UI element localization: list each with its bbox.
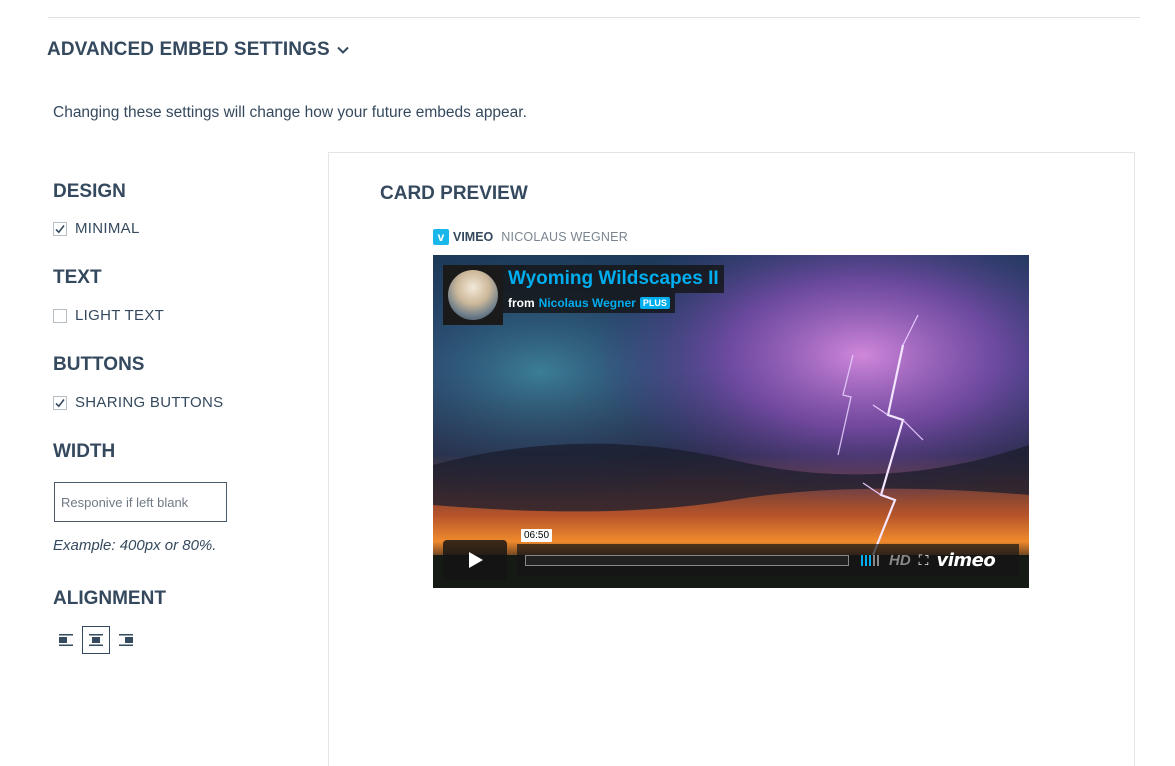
sharing-buttons-checkbox-row[interactable]: SHARING BUTTONS — [53, 394, 223, 411]
align-left-button[interactable] — [52, 626, 80, 654]
light-text-checkbox[interactable] — [53, 308, 67, 323]
hd-toggle[interactable]: HD — [889, 552, 911, 569]
advanced-embed-settings-toggle[interactable]: ADVANCED EMBED SETTINGS — [47, 37, 350, 63]
player-controls: 06:50 HD ⛶ vimeo — [443, 528, 1019, 580]
alignment-heading: ALIGNMENT — [53, 588, 166, 609]
card-author-name: NICOLAUS WEGNER — [501, 230, 628, 244]
play-icon — [469, 552, 483, 568]
author-avatar[interactable] — [443, 265, 503, 325]
control-bar: 06:50 HD ⛶ vimeo — [517, 528, 1019, 576]
fullscreen-icon[interactable]: ⛶ — [919, 552, 929, 569]
chevron-down-icon — [337, 46, 349, 54]
sharing-buttons-checkbox[interactable] — [53, 395, 67, 410]
card-site-name: VIMEO — [453, 230, 494, 244]
volume-icon[interactable] — [861, 554, 879, 566]
section-title: ADVANCED EMBED SETTINGS — [47, 39, 330, 60]
play-button[interactable] — [443, 540, 507, 580]
design-heading: DESIGN — [53, 181, 126, 202]
from-label: from — [508, 296, 535, 310]
vimeo-v-icon: v — [433, 229, 449, 245]
buttons-heading: BUTTONS — [53, 354, 145, 375]
card-preview-title: CARD PREVIEW — [380, 183, 528, 204]
light-text-checkbox-row[interactable]: LIGHT TEXT — [53, 307, 164, 324]
progress-track[interactable]: 06:50 — [521, 528, 849, 566]
top-divider — [48, 17, 1140, 18]
width-heading: WIDTH — [53, 441, 116, 462]
text-heading: TEXT — [53, 267, 102, 288]
plus-badge: PLUS — [639, 297, 670, 309]
minimal-checkbox-row[interactable]: MINIMAL — [53, 220, 140, 237]
align-right-button[interactable] — [112, 626, 140, 654]
light-text-label: LIGHT TEXT — [75, 307, 165, 324]
sharing-buttons-label: SHARING BUTTONS — [75, 394, 224, 411]
card-source-meta: v VIMEO NICOLAUS WEGNER — [433, 229, 628, 245]
width-input[interactable] — [54, 482, 227, 522]
align-right-icon — [119, 634, 133, 646]
checkmark-icon — [55, 224, 65, 233]
video-title-overlay: Wyoming Wildscapes II from Nicolaus Wegn… — [443, 265, 724, 325]
checkmark-icon — [55, 398, 65, 407]
vimeo-logo[interactable]: vimeo — [936, 550, 995, 571]
alignment-options — [52, 626, 142, 654]
align-left-icon — [59, 634, 73, 646]
width-example-hint: Example: 400px or 80%. — [53, 537, 217, 554]
section-description: Changing these settings will change how … — [53, 104, 527, 121]
video-player[interactable]: Wyoming Wildscapes II from Nicolaus Wegn… — [433, 255, 1029, 588]
time-display: 06:50 — [521, 528, 553, 542]
card-preview-panel: CARD PREVIEW v VIMEO NICOLAUS WEGNER Wyo… — [328, 152, 1135, 766]
minimal-checkbox[interactable] — [53, 221, 67, 236]
minimal-label: MINIMAL — [75, 220, 140, 237]
video-title-link[interactable]: Wyoming Wildscapes II — [503, 265, 724, 293]
video-author-link[interactable]: Nicolaus Wegner — [539, 296, 636, 310]
video-byline: from Nicolaus Wegner PLUS — [503, 293, 675, 313]
align-center-button[interactable] — [82, 626, 110, 654]
align-center-icon — [89, 634, 103, 646]
